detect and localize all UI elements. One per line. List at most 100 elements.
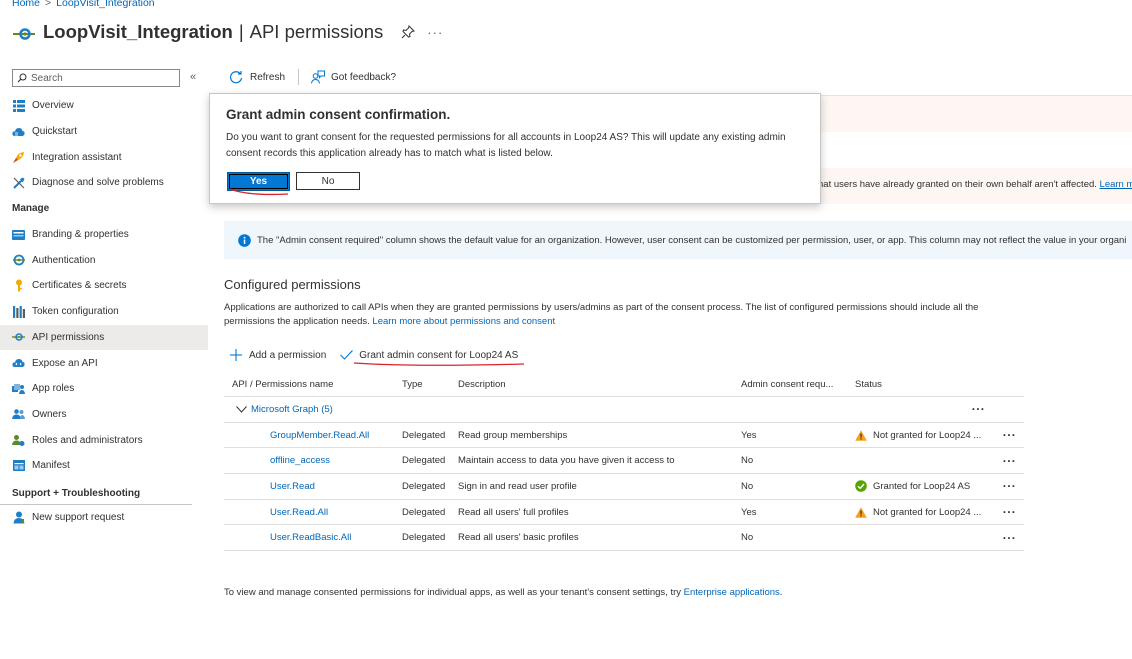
sidebar-item-label: New support request [32,511,125,523]
permission-name-link[interactable]: User.ReadBasic.All [270,532,351,543]
permissions-actions: Add a permission Grant admin consent for… [230,347,518,363]
permission-name-link[interactable]: User.Read.All [270,507,328,518]
sidebar-item-diagnose[interactable]: Diagnose and solve problems [0,170,208,196]
admin-consent-required: Yes [741,429,757,441]
sidebar-item-app-roles[interactable]: App roles [0,376,208,402]
column-header-type[interactable]: Type [394,379,458,390]
permission-type: Delegated [402,455,446,467]
page-subtitle: API permissions [249,21,384,42]
configured-permissions-description: Applications are authorized to call APIs… [224,301,1024,329]
more-options-icon[interactable]: ··· [427,25,443,40]
sidebar-item-certificates[interactable]: Certificates & secrets [0,273,208,299]
admin-consent-required: No [741,480,754,492]
no-button[interactable]: No [296,172,360,190]
more-actions-icon[interactable]: ··· [995,454,1024,468]
sidebar-item-label: Owners [32,408,67,420]
sidebar-item-owners[interactable]: Owners [0,402,208,428]
page-title: LoopVisit_Integration [43,21,233,42]
refresh-label: Refresh [250,71,286,83]
table-row: User.Read Delegated Sign in and read use… [224,474,1024,500]
sidebar-item-quickstart[interactable]: Quickstart [0,119,208,145]
sidebar-item-integration-assistant[interactable]: Integration assistant [0,144,208,170]
refresh-button[interactable]: Refresh [229,70,285,84]
add-permission-button[interactable]: Add a permission [230,349,326,361]
sidebar-item-overview[interactable]: Overview [0,93,208,119]
sidebar-search[interactable] [12,69,180,87]
more-actions-icon[interactable]: ··· [995,505,1024,519]
permission-name-link[interactable]: offline_access [270,455,330,466]
permission-type: Delegated [402,480,446,492]
admin-consent-required: No [741,455,754,467]
permission-status: Not granted for Loop24 ... [855,507,995,518]
sidebar-item-branding[interactable]: Branding & properties [0,222,208,248]
support-person-icon [12,511,25,524]
sidebar-item-expose-api[interactable]: Expose an API [0,350,208,376]
sidebar-item-label: Expose an API [32,357,98,369]
info-banner: The "Admin consent required" column show… [224,221,1132,259]
cloud-api-icon [12,357,25,370]
status-text: Not granted for Loop24 ... [873,429,982,441]
sidebar-item-label: API permissions [32,331,105,343]
permission-description: Sign in and read user profile [458,480,577,492]
toolbar-divider [298,69,300,85]
rocket-icon [12,151,25,164]
info-icon [238,233,251,247]
sidebar: Overview Quickstart Integration assistan… [0,93,208,530]
permission-name-link[interactable]: GroupMember.Read.All [270,430,369,441]
permission-description: Read all users' full profiles [458,506,569,518]
table-group-row[interactable]: Microsoft Graph (5) ··· [224,397,1024,423]
grant-admin-consent-button[interactable]: Grant admin consent for Loop24 AS [340,350,518,361]
sidebar-item-new-support-request[interactable]: New support request [0,505,208,531]
warning-learn-more-link[interactable]: Learn m [1100,179,1132,190]
table-row: offline_access Delegated Maintain access… [224,448,1024,475]
table-row: GroupMember.Read.All Delegated Read grou… [224,423,1024,449]
column-header-admin-consent[interactable]: Admin consent requ... [741,379,855,390]
sidebar-item-label: Token configuration [32,306,119,318]
refresh-icon [229,71,243,84]
yes-button[interactable]: Yes [227,172,290,191]
sidebar-item-label: Roles and administrators [32,434,143,446]
grant-admin-consent-label: Grant admin consent for Loop24 AS [359,349,519,361]
permission-name-link[interactable]: User.Read [270,481,315,492]
description-text: Applications are authorized to call APIs… [224,302,979,327]
warning-icon [855,506,867,518]
dialog-message: Do you want to grant consent for the req… [226,132,786,159]
column-header-name[interactable]: API / Permissions name [224,379,394,390]
sidebar-item-label: Overview [32,100,74,112]
more-actions-icon[interactable]: ··· [995,428,1024,442]
breadcrumb-home-link[interactable]: Home [12,0,40,9]
sidebar-item-label: Authentication [32,254,96,266]
sidebar-item-roles-administrators[interactable]: Roles and administrators [0,427,208,453]
checkmark-icon [340,350,354,360]
search-input[interactable] [31,72,171,84]
feedback-button[interactable]: Got feedback? [311,70,396,84]
roles-admin-icon [12,434,25,447]
chevron-right-icon: > [45,0,52,9]
collapse-sidebar-icon[interactable]: « [190,71,196,83]
authentication-icon [12,254,25,267]
column-header-description[interactable]: Description [458,379,741,390]
group-toggle[interactable]: Microsoft Graph (5) [224,404,964,415]
permission-description: Read group memberships [458,429,568,441]
permission-status: Not granted for Loop24 ... [855,430,995,441]
sidebar-item-label: Certificates & secrets [32,280,127,292]
permission-description: Maintain access to data you have given i… [458,455,675,467]
token-bars-icon [12,305,25,318]
more-actions-icon[interactable]: ··· [964,402,993,416]
sidebar-item-manifest[interactable]: Manifest [0,453,208,479]
footer-note: To view and manage consented permissions… [224,587,782,598]
sidebar-item-label: Branding & properties [32,229,129,241]
pin-icon[interactable] [401,25,416,39]
more-actions-icon[interactable]: ··· [995,479,1024,493]
more-actions-icon[interactable]: ··· [995,531,1024,545]
enterprise-applications-link[interactable]: Enterprise applications [684,587,780,598]
breadcrumb-current-link[interactable]: LoopVisit_Integration [56,0,154,9]
table-header: API / Permissions name Type Description … [224,372,1024,397]
sidebar-item-token-configuration[interactable]: Token configuration [0,299,208,325]
app-roles-icon [12,382,25,395]
column-header-status[interactable]: Status [855,379,995,390]
learn-more-permissions-link[interactable]: Learn more about permissions and consent [372,316,555,327]
sidebar-item-authentication[interactable]: Authentication [0,247,208,273]
table-row: User.ReadBasic.All Delegated Read all us… [224,525,1024,552]
sidebar-item-api-permissions[interactable]: API permissions [0,324,208,351]
